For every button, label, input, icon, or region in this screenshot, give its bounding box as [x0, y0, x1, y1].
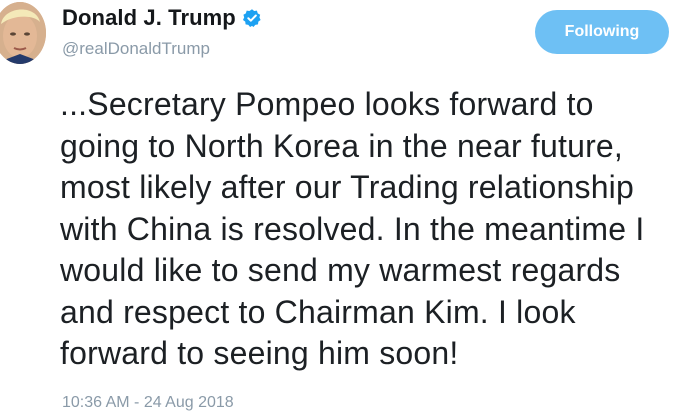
- author-handle[interactable]: @realDonaldTrump: [62, 39, 210, 59]
- tweet-text-line: forward to seeing him soon!: [60, 335, 459, 371]
- tweet-text: ...Secretary Pompeo looks forward to goi…: [60, 84, 680, 375]
- tweet-card: Donald J. Trump @realDonaldTrump Followi…: [0, 0, 680, 420]
- avatar[interactable]: [0, 2, 46, 64]
- tweet-text-line: with China is resolved. In the meantime …: [60, 210, 645, 247]
- tweet-text-line: would like to send my warmest regards: [60, 252, 621, 288]
- verified-badge-icon: [242, 8, 262, 28]
- tweet-timestamp[interactable]: 10:36 AM - 24 Aug 2018: [62, 394, 234, 412]
- tweet-text-line: ...Secretary Pompeo looks forward to: [60, 86, 594, 122]
- tweet-text-line: going to North Korea in the near future,: [60, 127, 624, 164]
- author-display-name[interactable]: Donald J. Trump: [62, 5, 236, 31]
- tweet-text-line: most likely after our Trading relationsh…: [60, 169, 634, 205]
- following-button[interactable]: Following: [535, 10, 669, 54]
- author-name-row: Donald J. Trump: [62, 5, 262, 31]
- tweet-text-line: and respect to Chairman Kim. I look: [60, 293, 576, 330]
- profile-photo: [0, 2, 46, 64]
